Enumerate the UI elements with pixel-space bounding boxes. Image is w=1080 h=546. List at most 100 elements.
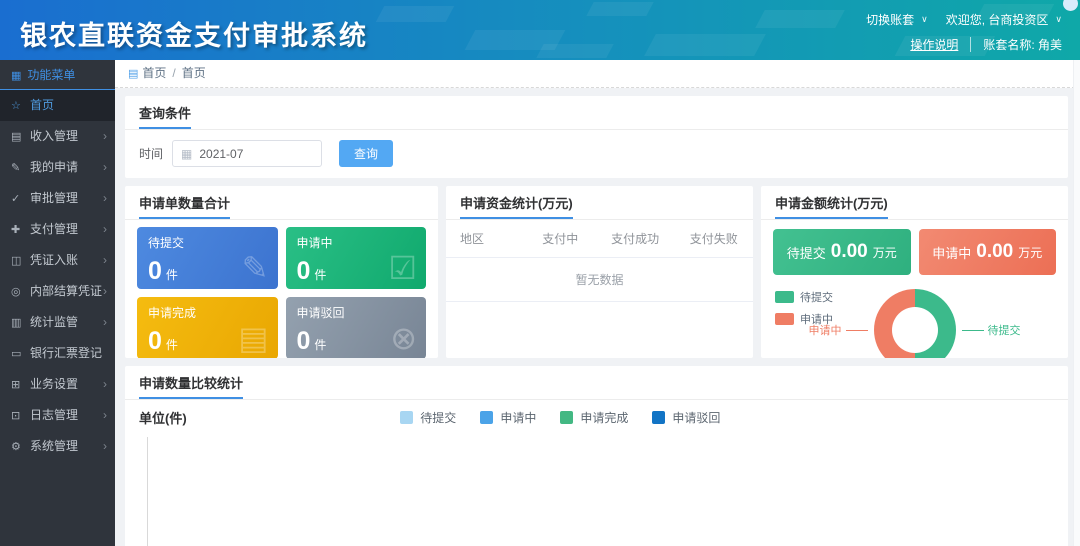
sidebar-item-income[interactable]: ▤收入管理 ›: [0, 121, 115, 152]
stat-card-completed[interactable]: 申请完成 0件 ▤: [137, 297, 278, 358]
decor-shape: [586, 2, 653, 16]
column-header-failed: 支付失败: [674, 220, 753, 257]
count-summary-panel: 申请单数量合计 待提交 0件 ✎ 申请中: [125, 186, 438, 358]
gear-icon: ⚙: [11, 432, 26, 463]
bar-chart-icon: ▥: [11, 308, 26, 339]
switch-account-dropdown[interactable]: 切换账套: [866, 11, 914, 28]
stat-card-pending-submit[interactable]: 待提交 0件 ✎: [137, 227, 278, 289]
check-icon: ✓: [11, 184, 26, 215]
donut-row: 申请中 待提交: [761, 289, 1068, 358]
account-name-text: 账套名称: 角美: [983, 36, 1062, 53]
stats-row: 申请单数量合计 待提交 0件 ✎ 申请中: [125, 186, 1068, 358]
amount-stats-panel: 申请金额统计(万元) 待提交 0.00 万元 申请中 0.00 万元: [761, 186, 1068, 358]
header-row-bottom: 操作说明 账套名称: 角美: [866, 33, 1062, 55]
document-icon: ▤: [238, 319, 268, 357]
legend-label: 待提交: [420, 409, 456, 426]
breadcrumb-root-link[interactable]: 首页: [142, 66, 166, 80]
amount-card-unit: 万元: [1018, 244, 1042, 261]
sidebar-nav: ☆首页 ▤收入管理 › ✎我的申请 › ✓ 审批管理 › ✚支付管理 › ◫凭证入…: [0, 90, 115, 462]
sidebar-item-label: 银行汇票登记: [30, 346, 102, 360]
stat-card-rejected[interactable]: 申请驳回 0件 ⊗: [286, 297, 427, 358]
sidebar-item-label: 审批管理: [30, 191, 78, 205]
sidebar-item-approval[interactable]: ✓ 审批管理 ›: [0, 183, 115, 214]
fund-table-header: 地区 支付中 支付成功 支付失败: [446, 220, 753, 258]
fund-panel-title-row: 申请资金统计(万元): [446, 186, 753, 220]
chevron-right-icon: ›: [103, 400, 107, 431]
decor-shape: [644, 34, 766, 56]
query-panel-title: 查询条件: [139, 103, 191, 129]
edit-square-icon: ⊡: [11, 401, 26, 432]
query-panel: 查询条件 时间 ▦ 2021-07 查询: [125, 96, 1068, 178]
legend-item-completed[interactable]: 申请完成: [560, 409, 628, 426]
sidebar-item-label: 日志管理: [30, 408, 78, 422]
breadcrumb-current: 首页: [182, 66, 206, 80]
chevron-right-icon: ›: [103, 183, 107, 214]
amount-card-unit: 万元: [873, 244, 897, 261]
sidebar-item-internal-settlement[interactable]: ◎内部结算凭证 ›: [0, 276, 115, 307]
app-header: 银农直联资金支付审批系统 切换账套 ∨ 欢迎您, 台商投资区 ∨ 操作说明 账套…: [0, 0, 1080, 60]
chevron-down-icon[interactable]: ∨: [1055, 14, 1062, 25]
corner-badge[interactable]: [1063, 0, 1078, 11]
query-form: 时间 ▦ 2021-07 查询: [125, 130, 1068, 178]
sidebar-item-payment[interactable]: ✚支付管理 ›: [0, 214, 115, 245]
link-icon: ⊞: [11, 370, 26, 401]
divider: [970, 37, 971, 52]
sidebar-item-label: 统计监管: [30, 315, 78, 329]
compare-panel-title-row: 申请数量比较统计: [125, 366, 1068, 400]
operation-guide-link[interactable]: 操作说明: [910, 36, 958, 53]
sidebar-item-label: 凭证入账: [30, 253, 78, 267]
legend-item-applying[interactable]: 申请中: [480, 409, 536, 426]
donut-chart: [874, 289, 956, 358]
time-input[interactable]: ▦ 2021-07: [172, 140, 322, 167]
fund-panel-title: 申请资金统计(万元): [460, 193, 573, 219]
vertical-scrollbar[interactable]: [1073, 60, 1080, 546]
callout-line: [962, 330, 984, 331]
menu-grid-icon: ▦: [11, 70, 21, 82]
chevron-right-icon: ›: [103, 307, 107, 338]
legend-swatch-blue: [480, 411, 493, 424]
count-panel-title: 申请单数量合计: [139, 193, 230, 219]
calendar-icon: ▦: [181, 147, 192, 161]
count-panel-title-row: 申请单数量合计: [125, 186, 438, 220]
column-header-region: 地区: [446, 220, 525, 257]
column-header-paying: 支付中: [525, 220, 596, 257]
sidebar-item-log-management[interactable]: ⊡ 日志管理 ›: [0, 400, 115, 431]
chevron-right-icon: ›: [103, 214, 107, 245]
chevron-right-icon: ›: [103, 245, 107, 276]
stat-card-value: 0: [297, 257, 311, 285]
amount-card-value: 0.00: [831, 241, 868, 263]
search-button[interactable]: 查询: [339, 140, 393, 167]
chevron-down-icon[interactable]: ∨: [921, 14, 928, 25]
sidebar-item-business-settings[interactable]: ⊞业务设置 ›: [0, 369, 115, 400]
document-icon: ▤: [11, 122, 26, 153]
breadcrumb: ▤首页/首页: [115, 60, 1080, 88]
chevron-right-icon: ›: [103, 121, 107, 152]
sidebar-item-system-management[interactable]: ⚙系统管理 ›: [0, 431, 115, 462]
sidebar-item-my-applications[interactable]: ✎我的申请 ›: [0, 152, 115, 183]
stat-card-applying[interactable]: 申请中 0件 ☑: [286, 227, 427, 289]
legend-label: 申请完成: [580, 409, 628, 426]
amount-card-value: 0.00: [976, 241, 1013, 263]
welcome-user-dropdown[interactable]: 欢迎您, 台商投资区: [946, 11, 1049, 28]
list-check-icon: ☑: [388, 249, 417, 287]
sidebar-item-statistics[interactable]: ▥ 统计监管 ›: [0, 307, 115, 338]
amount-card-label: 申请中: [932, 243, 971, 262]
card-icon: ▭: [11, 339, 26, 370]
chevron-right-icon: ›: [103, 276, 107, 307]
sidebar-menu-header: ▦功能菜单: [0, 60, 115, 90]
sidebar-item-bank-draft[interactable]: ▭ 银行汇票登记: [0, 338, 115, 369]
sidebar-item-voucher-entry[interactable]: ◫凭证入账 ›: [0, 245, 115, 276]
document-reject-icon: ⊗: [390, 319, 417, 357]
legend-item-rejected[interactable]: 申请驳回: [652, 409, 720, 426]
donut-chart-area: 待提交 申请中 申请中 待提交: [761, 281, 1068, 358]
app-root: 银农直联资金支付审批系统 切换账套 ∨ 欢迎您, 台商投资区 ∨ 操作说明 账套…: [0, 0, 1080, 546]
legend-swatch-darkblue: [652, 411, 665, 424]
sidebar: ▦功能菜单 ☆首页 ▤收入管理 › ✎我的申请 › ✓ 审批管理 › ✚支付管理 …: [0, 60, 115, 546]
document-edit-icon: ✎: [242, 249, 269, 287]
amount-panel-title-row: 申请金额统计(万元): [761, 186, 1068, 220]
compare-panel-title: 申请数量比较统计: [139, 373, 243, 399]
sidebar-item-home[interactable]: ☆首页: [0, 90, 115, 121]
legend-label: 申请驳回: [672, 409, 720, 426]
pencil-icon: ✎: [11, 153, 26, 184]
legend-item-pending-submit[interactable]: 待提交: [400, 409, 456, 426]
